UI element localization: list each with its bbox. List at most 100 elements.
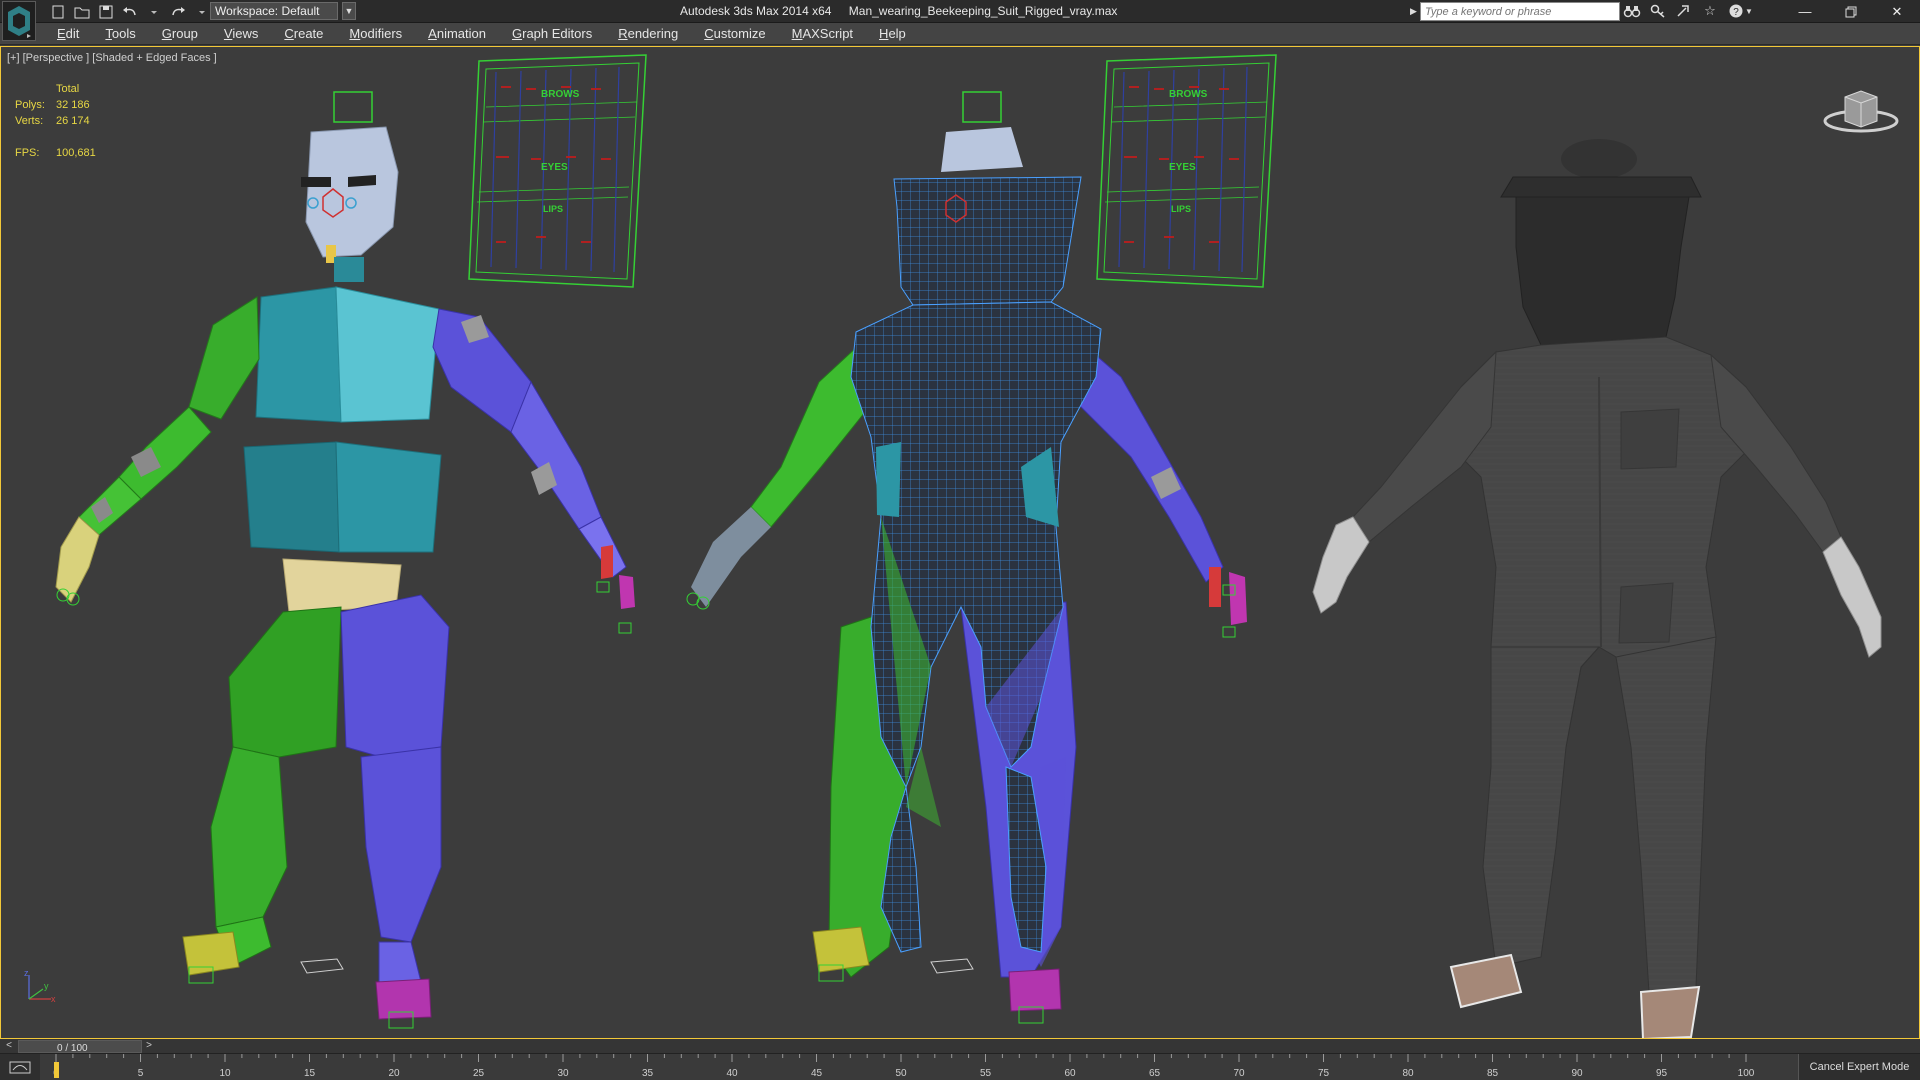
cancel-expert-mode-button[interactable]: Cancel Expert Mode [1798,1054,1920,1080]
restore-icon[interactable] [1828,0,1874,23]
quick-access-toolbar [48,3,236,20]
open-folder-icon[interactable] [72,3,92,20]
menu-edit[interactable]: Edit [55,26,81,42]
ruler-tick-label: 55 [980,1068,992,1079]
binoculars-icon[interactable] [1622,2,1642,20]
menu-views[interactable]: Views [222,26,260,42]
undo-dropdown-icon[interactable] [144,3,164,20]
infocenter-search[interactable] [1420,2,1620,21]
time-slider-next-icon[interactable]: > [142,1040,156,1053]
menu-tools[interactable]: Tools [103,26,137,42]
redo-icon[interactable] [168,3,188,20]
head-control[interactable] [333,91,373,123]
window-controls: — ✕ [1782,0,1920,23]
ruler-tick-label: 65 [1149,1068,1161,1079]
perspective-viewport[interactable]: BROWS EYES LIPS BROWS EYES LIPS [+] [Per… [0,46,1920,1039]
workspace-dropdown-arrow-icon[interactable]: ▼ [342,2,356,20]
ruler-tick-label: 10 [219,1068,231,1079]
viewcube[interactable] [1821,77,1901,142]
ruler-tick-label: 60 [1064,1068,1076,1079]
window-title: Autodesk 3ds Max 2014 x64 Man_wearing_Be… [680,4,1131,18]
application-menu-logo[interactable] [2,1,36,41]
mini-curve-editor-icon[interactable] [0,1054,40,1080]
menu-maxscript[interactable]: MAXScript [790,26,855,42]
time-slider-row: < 0 / 100 > [0,1039,1920,1054]
redo-dropdown-icon[interactable] [192,3,212,20]
current-frame-marker[interactable] [54,1062,59,1078]
menu-group[interactable]: Group [160,26,200,42]
scene-canvas[interactable]: BROWS EYES LIPS BROWS EYES LIPS [1,47,1919,1038]
svg-text:?: ? [1733,7,1739,18]
wireframe-suit-figure[interactable] [686,91,1247,1024]
workspace-dropdown[interactable]: Workspace: Default [210,2,338,20]
max-logo-icon [8,6,31,38]
viewport-label[interactable]: [+] [Perspective ] [Shaded + Edged Faces… [7,52,217,64]
lips-label: LIPS [543,204,563,214]
menu-create[interactable]: Create [282,26,325,42]
viewport-statistics: Total Polys: 32 186 Verts: 26 174 FPS: 100,… [15,81,96,161]
time-slider-prev-icon[interactable]: < [2,1040,16,1053]
verts-value: 26 174 [56,115,90,127]
ruler-tick-label: 95 [1656,1068,1668,1079]
favorites-star-icon[interactable]: ☆ [1700,2,1720,20]
search-input[interactable] [1421,3,1619,20]
ruler-tick-label: 90 [1571,1068,1583,1079]
save-icon[interactable] [96,3,116,20]
menu-rendering[interactable]: Rendering [616,26,680,42]
ruler-tick-label: 5 [138,1068,144,1079]
polys-value: 32 186 [56,99,90,111]
track-bar-ruler[interactable]: 0510152025303540455055606570758085909510… [50,1054,1770,1080]
axis-tripod: z x y [21,967,61,1012]
close-icon[interactable]: ✕ [1874,0,1920,23]
new-file-icon[interactable] [48,3,68,20]
app-title: Autodesk 3ds Max 2014 x64 [680,4,832,18]
key-icon[interactable] [1648,2,1668,20]
ruler-tick-label: 15 [304,1068,316,1079]
menu-bar: Edit Tools Group Views Create Modifiers … [0,23,1920,45]
rig-proxy-figure[interactable] [55,91,635,1029]
lips-label-2: LIPS [1171,204,1191,214]
axis-y-label: y [44,981,49,991]
fps-value: 100,681 [56,147,96,159]
face-control-panel-right[interactable]: BROWS EYES LIPS [1096,54,1277,288]
shaded-suit-figure[interactable] [1312,139,1882,1038]
exchange-icon[interactable] [1674,2,1694,20]
head-mesh[interactable] [305,126,399,258]
ruler-tick-label: 85 [1487,1068,1499,1079]
ruler-tick-label: 50 [895,1068,907,1079]
timeline: < 0 / 100 > 0510152025303540455055606570… [0,1039,1920,1080]
brows-label: BROWS [541,89,580,100]
help-icon[interactable]: ? ▼ [1726,2,1756,20]
brows-label-2: BROWS [1169,89,1208,100]
search-expand-icon[interactable]: ▶ [1410,6,1417,17]
menu-graph-editors[interactable]: Graph Editors [510,26,594,42]
polys-label: Polys: [15,99,45,111]
ruler-tick-label: 100 [1738,1068,1755,1079]
ruler-tick-label: 75 [1318,1068,1330,1079]
menu-animation[interactable]: Animation [426,26,488,42]
axis-x-label: x [51,994,56,1004]
track-bar[interactable]: 0510152025303540455055606570758085909510… [50,1054,1770,1080]
axis-tripod-icon: z x y [24,968,56,1004]
infocenter-tools: ☆ ? ▼ [1622,2,1756,20]
undo-icon[interactable] [120,3,140,20]
viewcube-icon[interactable] [1821,77,1901,137]
ruler-tick-label: 45 [811,1068,823,1079]
ruler-tick-label: 40 [726,1068,738,1079]
ruler-tick-label: 30 [557,1068,569,1079]
verts-label: Verts: [15,115,44,127]
title-bar: Workspace: Default ▼ Autodesk 3ds Max 20… [0,0,1920,23]
eyes-label: EYES [541,162,568,173]
time-slider[interactable]: 0 / 100 [18,1040,142,1054]
ruler-tick-label: 80 [1402,1068,1414,1079]
fps-label: FPS: [15,147,40,159]
minimize-icon[interactable]: — [1782,0,1828,23]
menu-customize[interactable]: Customize [702,26,767,42]
ruler-tick-label: 25 [473,1068,485,1079]
axis-z-label: z [24,968,29,978]
face-control-panel-left[interactable]: BROWS EYES LIPS [468,54,647,288]
ruler-tick-label: 35 [642,1068,654,1079]
ruler-tick-label: 70 [1233,1068,1245,1079]
menu-help[interactable]: Help [877,26,908,42]
menu-modifiers[interactable]: Modifiers [347,26,404,42]
